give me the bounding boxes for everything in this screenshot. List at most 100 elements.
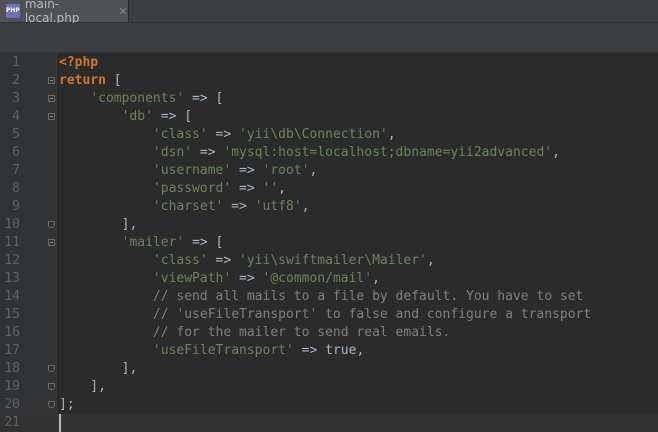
code-text: ], bbox=[59, 360, 138, 378]
code-token: 'class' bbox=[152, 253, 208, 268]
code-line[interactable]: 14 // send all mails to a file by defaul… bbox=[0, 288, 658, 306]
code-token: ], bbox=[59, 217, 138, 232]
fold-open-icon[interactable] bbox=[48, 77, 55, 84]
editor-tab-bar: PHP main-local.php × bbox=[0, 0, 658, 25]
line-number: 17 bbox=[4, 343, 20, 358]
code-line[interactable]: 2 return [ bbox=[0, 72, 658, 90]
code-token: true bbox=[325, 343, 357, 358]
code-token: <?php bbox=[59, 55, 99, 70]
code-line[interactable]: 20]; bbox=[0, 396, 658, 414]
code-text: 'dsn' => 'mysql:host=localhost;dbname=yi… bbox=[59, 144, 560, 162]
line-number: 5 bbox=[12, 127, 20, 142]
line-number: 18 bbox=[4, 361, 20, 376]
code-token: => [ bbox=[184, 235, 224, 250]
code-line[interactable]: 9 'charset' => 'utf8', bbox=[0, 198, 658, 216]
code-token: // 'useFileTransport' to false and confi… bbox=[152, 307, 592, 322]
code-line[interactable]: 11 'mailer' => [ bbox=[0, 234, 658, 252]
line-number: 6 bbox=[12, 145, 20, 160]
code-token: => bbox=[192, 145, 224, 160]
code-text: 'useFileTransport' => true, bbox=[59, 342, 364, 360]
code-token: , bbox=[356, 343, 365, 358]
line-number: 11 bbox=[4, 235, 20, 250]
code-text: 'components' => [ bbox=[59, 90, 223, 108]
code-token: => bbox=[231, 163, 263, 178]
code-line[interactable]: 1 <?php bbox=[0, 54, 658, 72]
code-line[interactable]: 19 ], bbox=[0, 378, 658, 396]
code-token: , bbox=[278, 181, 286, 196]
fold-open-icon[interactable] bbox=[48, 95, 55, 102]
line-number: 16 bbox=[4, 325, 20, 340]
line-number: 20 bbox=[4, 397, 20, 412]
code-token: => bbox=[231, 181, 263, 196]
code-text: ], bbox=[59, 216, 138, 234]
code-token: 'yii\swiftmailer\Mailer' bbox=[239, 253, 427, 268]
code-line[interactable]: 18 ], bbox=[0, 360, 658, 378]
code-token: // send all mails to a file by default. … bbox=[152, 289, 584, 304]
code-text: return [ bbox=[59, 72, 122, 90]
code-token: return bbox=[59, 73, 106, 88]
code-line[interactable]: 7 'username' => 'root', bbox=[0, 162, 658, 180]
code-text: // 'useFileTransport' to false and confi… bbox=[59, 306, 591, 324]
fold-close-icon[interactable] bbox=[48, 221, 55, 228]
code-editor[interactable]: 1 <?php 2 return [3 'components' => [4 'db'… bbox=[0, 53, 658, 432]
code-text: // for the mailer to send real emails. bbox=[59, 324, 450, 342]
code-token: => bbox=[293, 343, 326, 358]
code-line[interactable]: 12 'class' => 'yii\swiftmailer\Mailer', bbox=[0, 252, 658, 270]
code-line[interactable]: 5 'class' => 'yii\db\Connection', bbox=[0, 126, 658, 144]
code-text: <?php bbox=[59, 54, 98, 72]
file-tab-label: main-local.php bbox=[24, 0, 80, 25]
code-token: ], bbox=[59, 361, 138, 376]
code-token: 'utf8' bbox=[254, 199, 302, 214]
code-line[interactable]: 6 'dsn' => 'mysql:host=localhost;dbname=… bbox=[0, 144, 658, 162]
code-line[interactable]: 10 ], bbox=[0, 216, 658, 234]
code-token: , bbox=[309, 163, 318, 178]
line-number: 19 bbox=[4, 379, 20, 394]
close-icon[interactable]: × bbox=[118, 4, 128, 18]
line-number: 3 bbox=[12, 91, 20, 106]
code-line[interactable]: 13 'viewPath' => '@common/mail', bbox=[0, 270, 658, 288]
code-line[interactable]: 16 // for the mailer to send real emails… bbox=[0, 324, 658, 342]
code-text: 'db' => [ bbox=[59, 108, 192, 126]
line-number: 2 bbox=[12, 73, 20, 88]
code-line[interactable]: 8 'password' => '', bbox=[0, 180, 658, 198]
code-line[interactable]: 15 // 'useFileTransport' to false and co… bbox=[0, 306, 658, 324]
breadcrumb-strip bbox=[0, 23, 658, 53]
file-tab[interactable]: PHP main-local.php × bbox=[0, 0, 129, 25]
code-token: 'password' bbox=[152, 181, 232, 196]
line-number: 10 bbox=[4, 217, 20, 232]
code-token: // for the mailer to send real emails. bbox=[152, 325, 451, 340]
code-token: ], bbox=[59, 379, 106, 394]
code-text: 'mailer' => [ bbox=[59, 234, 224, 252]
fold-close-icon[interactable] bbox=[48, 365, 55, 372]
code-line[interactable]: 4 'db' => [ bbox=[0, 108, 658, 126]
code-token: , bbox=[301, 199, 310, 214]
fold-close-icon[interactable] bbox=[48, 383, 55, 390]
code-line[interactable]: 3 'components' => [ bbox=[0, 90, 658, 108]
line-number: 15 bbox=[4, 307, 20, 322]
code-token: 'useFileTransport' bbox=[152, 343, 294, 358]
code-token: => bbox=[223, 199, 255, 214]
line-number: 12 bbox=[4, 253, 20, 268]
code-token: 'viewPath' bbox=[152, 271, 232, 286]
fold-open-icon[interactable] bbox=[48, 239, 55, 246]
code-line[interactable]: 17 'useFileTransport' => true, bbox=[0, 342, 658, 360]
line-number: 21 bbox=[4, 415, 20, 430]
line-number: 4 bbox=[12, 109, 20, 124]
code-token: => [ bbox=[152, 109, 193, 124]
code-token: , bbox=[426, 253, 435, 268]
fold-close-icon[interactable] bbox=[48, 401, 55, 408]
code-token: => [ bbox=[184, 91, 224, 106]
code-text: 'password' => '', bbox=[59, 180, 286, 198]
fold-open-icon[interactable] bbox=[48, 113, 55, 120]
code-text: // send all mails to a file by default. … bbox=[59, 288, 583, 306]
code-line[interactable]: 21 bbox=[0, 414, 658, 432]
